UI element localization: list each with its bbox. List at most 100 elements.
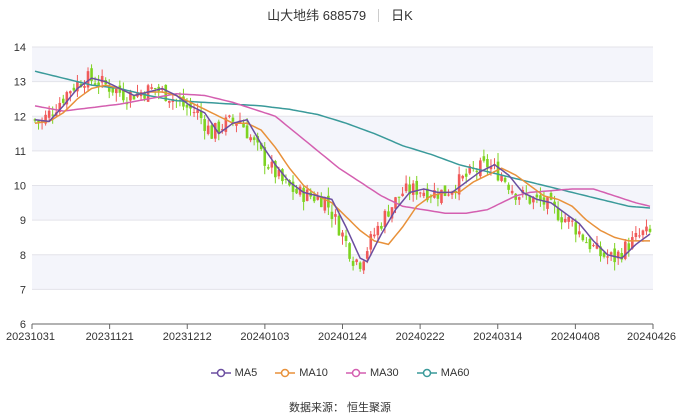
candle-body xyxy=(549,192,553,200)
candle-body xyxy=(305,189,309,201)
candle-body xyxy=(443,185,447,196)
candle-body xyxy=(72,87,76,91)
candle-body xyxy=(47,110,51,118)
y-tick-label: 14 xyxy=(14,42,26,54)
candle-body xyxy=(150,87,153,89)
candle-body xyxy=(69,91,72,94)
candle-body xyxy=(376,225,380,236)
legend-ma30-marker xyxy=(345,368,366,378)
candle-body xyxy=(404,183,408,192)
candle-body xyxy=(401,193,404,196)
plot-background-bands xyxy=(32,47,653,290)
candle-body xyxy=(387,211,390,217)
candle-body xyxy=(302,187,305,202)
y-tick-label: 8 xyxy=(20,250,26,262)
candle-body xyxy=(337,215,341,236)
candle-body xyxy=(380,225,383,229)
legend-ma10[interactable]: MA10 xyxy=(275,367,328,379)
candle-body xyxy=(266,167,270,169)
candle-body xyxy=(606,256,609,258)
candle-body xyxy=(132,95,136,100)
candle-body xyxy=(648,228,652,232)
candlestick-chart: 67891011121314 20231031 20231121 20231212 2… xyxy=(6,42,676,343)
candle-body xyxy=(355,259,358,263)
candle-body xyxy=(344,235,348,241)
candle-body xyxy=(206,125,210,134)
candle-body xyxy=(203,119,206,131)
candle-body xyxy=(447,194,450,196)
candle-body xyxy=(517,197,521,200)
candle-body xyxy=(252,137,256,140)
candle-body xyxy=(369,234,373,250)
candle-body xyxy=(341,232,344,237)
y-tick-label: 10 xyxy=(14,181,26,193)
candle-body xyxy=(210,125,214,139)
candle-body xyxy=(486,159,489,168)
y-tick-label: 6 xyxy=(20,319,26,331)
candle-body xyxy=(563,218,567,223)
candle-body xyxy=(122,90,125,101)
candle-body xyxy=(373,234,376,237)
legend-ma10-marker xyxy=(275,368,296,378)
candle-body xyxy=(228,115,231,117)
legend-ma5[interactable]: MA5 xyxy=(210,367,257,379)
candle-body xyxy=(507,184,510,190)
legend-ma30[interactable]: MA30 xyxy=(345,367,399,379)
plot-band xyxy=(32,47,653,82)
candle-body xyxy=(556,208,560,221)
candle-body xyxy=(61,98,65,103)
candle-body xyxy=(475,170,479,172)
y-tick-label: 7 xyxy=(20,284,26,296)
candle-body xyxy=(418,192,422,194)
candle-body xyxy=(535,194,539,198)
candle-body xyxy=(638,235,641,237)
legend: MA5 MA10 MA30 MA60 xyxy=(0,367,680,379)
candle-body xyxy=(365,251,369,259)
x-tick-label: 20240426 xyxy=(627,331,676,343)
candle-body xyxy=(641,230,645,236)
candle-body xyxy=(249,137,252,141)
candle-body xyxy=(114,88,118,94)
candle-body xyxy=(609,252,613,255)
x-tick-label: 20240222 xyxy=(396,331,445,343)
candles xyxy=(33,64,652,274)
candle-body xyxy=(192,112,196,114)
candle-body xyxy=(295,188,298,194)
x-tick-label: 20240408 xyxy=(551,331,600,343)
candle-body xyxy=(461,175,464,179)
candle-body xyxy=(348,243,351,259)
legend-ma60[interactable]: MA60 xyxy=(416,367,469,379)
legend-ma10-label: MA10 xyxy=(299,367,328,379)
candle-body xyxy=(231,117,235,122)
y-tick-label: 9 xyxy=(20,215,26,227)
candle-body xyxy=(503,177,507,182)
plot-band xyxy=(32,254,653,290)
candle-body xyxy=(592,245,595,247)
candle-body xyxy=(397,196,401,198)
candle-body xyxy=(83,85,86,88)
candle-body xyxy=(482,156,486,161)
candle-body xyxy=(578,231,581,235)
candle-body xyxy=(464,173,468,177)
candle-body xyxy=(500,175,503,181)
candle-body xyxy=(362,261,366,271)
candle-body xyxy=(185,104,189,108)
legend-ma60-marker xyxy=(416,368,437,378)
x-tick-label: 20240124 xyxy=(318,331,367,343)
candle-body xyxy=(411,183,415,195)
candle-body xyxy=(634,232,638,238)
candle-body xyxy=(51,114,54,116)
candle-body xyxy=(588,238,592,250)
x-tick-label: 20240314 xyxy=(473,331,522,343)
candle-body xyxy=(312,196,316,202)
y-tick-label: 11 xyxy=(15,146,26,158)
candle-body xyxy=(479,160,482,177)
candle-body xyxy=(560,217,563,223)
legend-ma5-marker xyxy=(210,368,231,378)
y-tick-label: 13 xyxy=(14,77,26,89)
candle-body xyxy=(574,222,578,235)
legend-ma30-label: MA30 xyxy=(369,367,399,379)
candle-body xyxy=(351,260,355,266)
candle-body xyxy=(585,242,588,244)
candle-body xyxy=(383,210,387,227)
